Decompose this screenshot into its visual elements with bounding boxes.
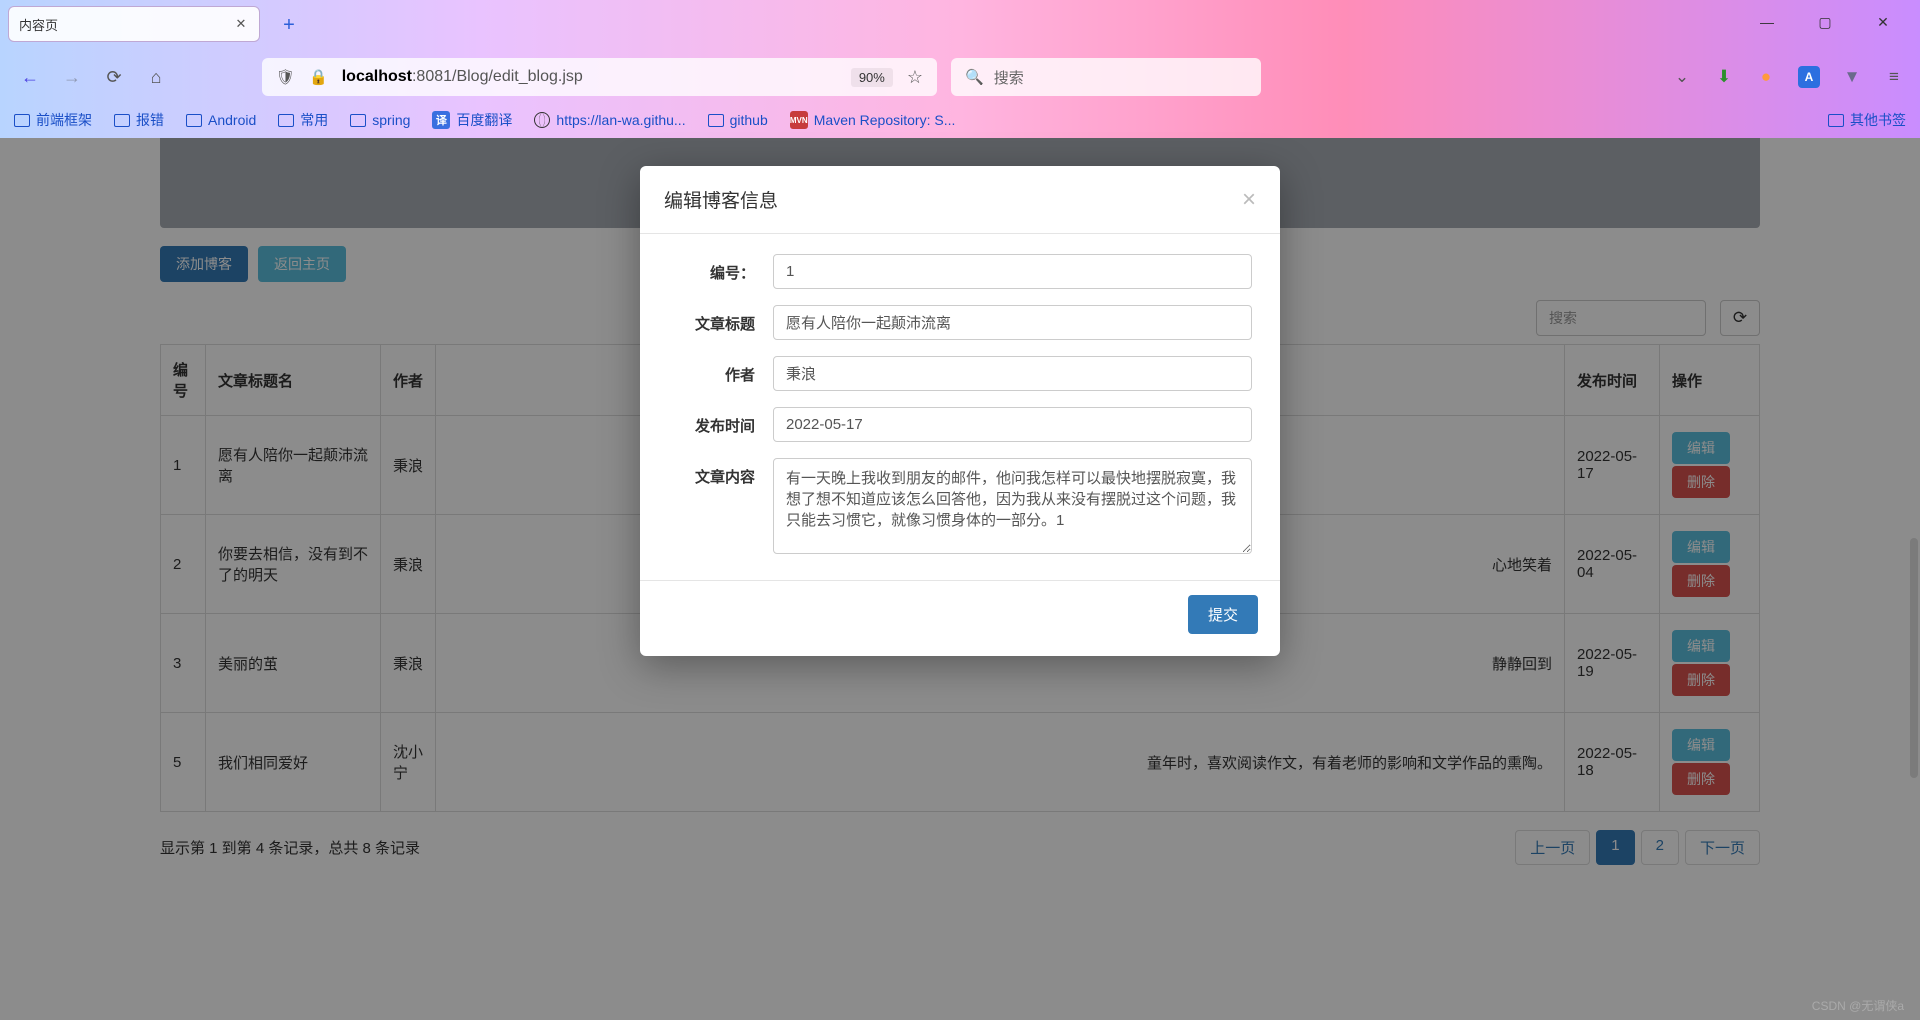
- bookmark-link[interactable]: MVNMaven Repository: S...: [790, 111, 956, 129]
- bookmark-folder[interactable]: github: [708, 112, 768, 128]
- label-author: 作者: [668, 356, 773, 391]
- input-title[interactable]: [773, 305, 1252, 340]
- toolbar-icons: ⌄ ⬇ ● A ▼ ≡: [1672, 66, 1904, 88]
- submit-button[interactable]: 提交: [1188, 595, 1258, 634]
- label-title: 文章标题: [668, 305, 773, 340]
- new-tab-button[interactable]: +: [276, 12, 302, 38]
- window-close-button[interactable]: ✕: [1874, 14, 1892, 31]
- edit-blog-modal: 编辑博客信息 × 编号： 文章标题 作者 发布时间 文章内容 提交: [640, 166, 1280, 656]
- navbar: ← → ⟳ ⌂ 🛡 🔒 localhost:8081/Blog/edit_blo…: [0, 52, 1920, 102]
- url-text: localhost:8081/Blog/edit_blog.jsp: [342, 68, 837, 86]
- maximize-button[interactable]: ▢: [1816, 14, 1834, 31]
- input-date[interactable]: [773, 407, 1252, 442]
- bookmark-link[interactable]: https://lan-wa.githu...: [534, 112, 685, 128]
- shield-icon[interactable]: 🛡: [276, 68, 295, 86]
- search-icon: 🔍: [965, 68, 984, 86]
- bookmark-link[interactable]: 译百度翻译: [432, 110, 512, 130]
- modal-title: 编辑博客信息: [664, 186, 778, 213]
- pocket-icon[interactable]: ⌄: [1672, 67, 1692, 87]
- watermark: CSDN @无谓侠a: [1812, 997, 1904, 1014]
- extension-icon[interactable]: ▼: [1842, 67, 1862, 87]
- account-icon[interactable]: ●: [1756, 67, 1776, 87]
- scrollbar[interactable]: [1910, 538, 1918, 778]
- back-icon[interactable]: ←: [16, 63, 44, 91]
- home-icon[interactable]: ⌂: [142, 63, 170, 91]
- bookmark-folder[interactable]: Android: [186, 112, 256, 128]
- browser-search-bar[interactable]: 🔍 搜索: [951, 58, 1261, 96]
- reload-icon[interactable]: ⟳: [100, 63, 128, 91]
- bookmarks-bar: 前端框架 报错 Android 常用 spring 译百度翻译 https://…: [0, 102, 1920, 138]
- browser-tab[interactable]: 内容页 ✕: [8, 6, 260, 42]
- label-content: 文章内容: [668, 458, 773, 554]
- url-bar[interactable]: 🛡 🔒 localhost:8081/Blog/edit_blog.jsp 90…: [262, 58, 937, 96]
- bookmark-folder[interactable]: 前端框架: [14, 110, 92, 130]
- modal-close-icon[interactable]: ×: [1242, 188, 1256, 212]
- lock-icon[interactable]: 🔒: [309, 68, 328, 86]
- bookmark-folder[interactable]: 报错: [114, 110, 164, 130]
- label-date: 发布时间: [668, 407, 773, 442]
- bookmark-folder[interactable]: 常用: [278, 110, 328, 130]
- bookmark-folder[interactable]: spring: [350, 112, 410, 128]
- download-icon[interactable]: ⬇: [1714, 67, 1734, 87]
- input-content[interactable]: [773, 458, 1252, 554]
- translate-icon[interactable]: A: [1798, 66, 1820, 88]
- tab-title: 内容页: [19, 15, 58, 34]
- menu-icon[interactable]: ≡: [1884, 67, 1904, 87]
- label-id: 编号：: [668, 254, 773, 289]
- modal-header: 编辑博客信息 ×: [640, 166, 1280, 234]
- search-placeholder: 搜索: [994, 67, 1024, 88]
- modal-footer: 提交: [640, 580, 1280, 656]
- modal-body: 编号： 文章标题 作者 发布时间 文章内容: [640, 234, 1280, 580]
- input-id[interactable]: [773, 254, 1252, 289]
- minimize-button[interactable]: —: [1758, 14, 1776, 31]
- forward-icon: →: [58, 63, 86, 91]
- input-author[interactable]: [773, 356, 1252, 391]
- zoom-badge[interactable]: 90%: [851, 68, 893, 87]
- page-viewport: 添加博客 返回主页 搜索 ⟳ 编号 文章标题名 作者 发布时间 操作 1愿有人陪…: [0, 138, 1920, 1020]
- tab-close-icon[interactable]: ✕: [233, 16, 249, 32]
- window-controls: — ▢ ✕: [1758, 0, 1920, 31]
- titlebar: 内容页 ✕ + — ▢ ✕: [0, 0, 1920, 52]
- bookmark-star-icon[interactable]: ☆: [907, 67, 923, 88]
- bookmark-other-folder[interactable]: 其他书签: [1828, 110, 1906, 130]
